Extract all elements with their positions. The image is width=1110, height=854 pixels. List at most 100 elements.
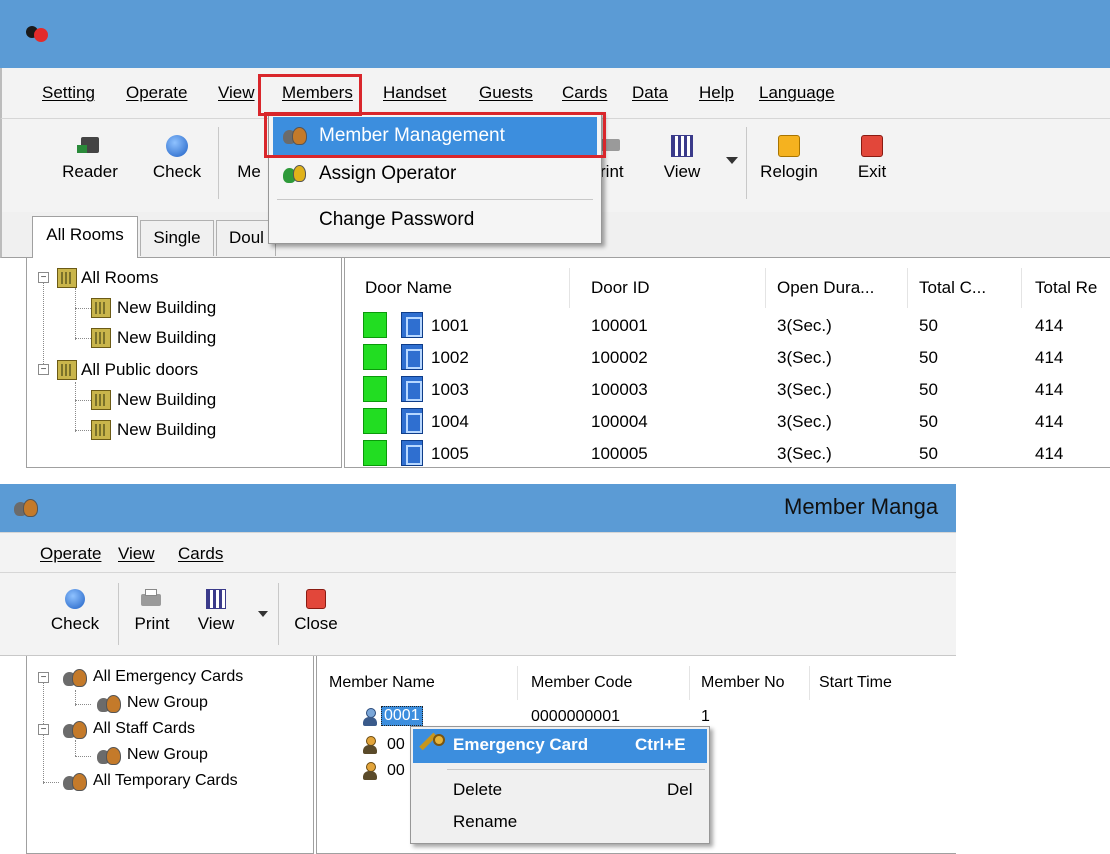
door-table: Door Name Door ID Open Dura... Total C..… xyxy=(344,258,1110,468)
tree-staff-new-group[interactable]: New Group xyxy=(127,746,208,764)
member-menu-view[interactable]: View xyxy=(118,539,155,569)
relogin-label: Relogin xyxy=(760,162,818,181)
member-menu-bar: Operate View Cards xyxy=(0,532,956,572)
top-menu-bar: Setting Operate View Members Handset Gue… xyxy=(0,68,1110,118)
members-toolbar-label: Me xyxy=(237,162,261,181)
table-row[interactable]: 1004 100004 3(Sec.) 50 414 xyxy=(345,408,1110,438)
table-row[interactable]: 1005 100005 3(Sec.) 50 414 xyxy=(345,440,1110,468)
tree-new-building-1[interactable]: New Building xyxy=(117,298,216,318)
tree-new-building-2[interactable]: New Building xyxy=(117,328,216,348)
tree-new-building-4[interactable]: New Building xyxy=(117,420,216,440)
table-row[interactable]: 1003 100003 3(Sec.) 50 414 xyxy=(345,376,1110,406)
menu-operate[interactable]: Operate xyxy=(126,78,187,108)
print-label: rint xyxy=(600,162,624,181)
menu-cards[interactable]: Cards xyxy=(562,78,607,108)
view-dropdown-chevron-icon[interactable] xyxy=(726,157,738,164)
context-item-rename[interactable]: Rename xyxy=(413,807,707,837)
member-context-menu: Emergency Card Ctrl+E Delete Del Rename xyxy=(410,726,710,844)
view-button[interactable]: View xyxy=(652,133,712,182)
member-toolbar: Check Print View Close xyxy=(0,572,956,656)
col-member-code[interactable]: Member Code xyxy=(531,674,632,692)
member-check-button[interactable]: Check xyxy=(40,589,110,634)
all-rooms-building-icon xyxy=(57,268,77,288)
check-button[interactable]: Check xyxy=(139,133,215,182)
printer-icon xyxy=(141,589,163,609)
tab-double[interactable]: Doul xyxy=(216,220,276,256)
members-group-icon xyxy=(63,720,87,740)
door-online-status xyxy=(363,344,387,370)
context-item-delete[interactable]: Delete Del xyxy=(413,775,707,805)
door-online-status xyxy=(363,440,387,466)
col-total-c[interactable]: Total C... xyxy=(919,278,986,298)
reader-button[interactable]: Reader xyxy=(52,133,128,182)
tree-emergency-new-group[interactable]: New Group xyxy=(127,694,208,712)
tree-all-public-doors[interactable]: All Public doors xyxy=(81,360,198,380)
members-menu-highlight xyxy=(258,74,362,116)
key-icon xyxy=(419,732,447,760)
col-member-no[interactable]: Member No xyxy=(701,674,785,692)
menu-view[interactable]: View xyxy=(218,78,255,108)
card-group-tree: − All Emergency Cards New Group − All St… xyxy=(26,656,314,854)
power-relogin-icon xyxy=(778,135,800,157)
collapse-all-rooms-toggle[interactable]: − xyxy=(38,272,49,283)
door-icon xyxy=(401,440,423,466)
member-management-highlight xyxy=(264,112,606,158)
col-door-name[interactable]: Door Name xyxy=(365,278,452,298)
door-icon xyxy=(401,312,423,338)
table-row[interactable]: 1002 100002 3(Sec.) 50 414 xyxy=(345,344,1110,374)
member-name-cell-selected[interactable]: 0001 xyxy=(381,706,423,726)
exit-button[interactable]: Exit xyxy=(844,133,900,182)
power-exit-icon xyxy=(861,135,883,157)
menu-guests[interactable]: Guests xyxy=(479,78,533,108)
menu-language[interactable]: Language xyxy=(759,78,835,108)
tree-new-building-3[interactable]: New Building xyxy=(117,390,216,410)
member-menu-operate[interactable]: Operate xyxy=(40,539,101,569)
col-open-duration[interactable]: Open Dura... xyxy=(777,278,874,298)
view-label: View xyxy=(663,162,701,181)
collapse-emergency-toggle[interactable]: − xyxy=(38,672,49,683)
door-online-status xyxy=(363,408,387,434)
col-start-time[interactable]: Start Time xyxy=(819,674,892,692)
relogin-button[interactable]: Relogin xyxy=(754,133,824,182)
menu-setting[interactable]: Setting xyxy=(42,78,95,108)
building-icon xyxy=(91,328,111,348)
tree-all-emergency-cards[interactable]: All Emergency Cards xyxy=(93,668,243,686)
menu-item-assign-operator[interactable]: Assign Operator xyxy=(273,157,597,193)
member-window-title-bar: Member Manga xyxy=(0,484,956,532)
member-print-button[interactable]: Print xyxy=(124,589,180,634)
menu-item-change-password[interactable]: Change Password xyxy=(273,203,597,239)
reader-label: Reader xyxy=(62,162,118,181)
menu-handset[interactable]: Handset xyxy=(383,78,446,108)
member-window-icon xyxy=(14,498,38,518)
collapse-public-doors-toggle[interactable]: − xyxy=(38,364,49,375)
col-member-name[interactable]: Member Name xyxy=(329,674,435,692)
member-close-button[interactable]: Close xyxy=(286,589,346,634)
context-item-emergency-card[interactable]: Emergency Card Ctrl+E xyxy=(413,729,707,763)
tab-all-rooms[interactable]: All Rooms xyxy=(32,216,138,258)
door-online-status xyxy=(363,312,387,338)
col-door-id[interactable]: Door ID xyxy=(591,278,650,298)
member-menu-cards[interactable]: Cards xyxy=(178,539,223,569)
table-row[interactable]: 1001 100001 3(Sec.) 50 414 xyxy=(345,312,1110,342)
tab-single[interactable]: Single xyxy=(140,220,214,256)
member-view-button[interactable]: View xyxy=(186,589,246,634)
reader-icon xyxy=(77,133,103,157)
col-total-re[interactable]: Total Re xyxy=(1035,278,1097,298)
menu-help[interactable]: Help xyxy=(699,78,734,108)
print-button[interactable]: rint xyxy=(600,133,640,182)
power-close-icon xyxy=(306,589,326,609)
menu-data[interactable]: Data xyxy=(632,78,668,108)
member-view-dropdown-chevron-icon[interactable] xyxy=(258,611,268,617)
building-icon xyxy=(91,298,111,318)
members-group-icon xyxy=(63,772,87,792)
member-person-icon xyxy=(363,736,377,754)
tree-all-rooms[interactable]: All Rooms xyxy=(81,268,158,288)
member-view-label: View xyxy=(197,614,235,633)
tree-all-temporary-cards[interactable]: All Temporary Cards xyxy=(93,772,238,790)
help-check-icon xyxy=(65,589,85,609)
members-group-icon xyxy=(97,746,121,766)
member-check-label: Check xyxy=(50,614,100,633)
member-person-icon xyxy=(363,708,377,726)
collapse-staff-toggle[interactable]: − xyxy=(38,724,49,735)
tree-all-staff-cards[interactable]: All Staff Cards xyxy=(93,720,195,738)
